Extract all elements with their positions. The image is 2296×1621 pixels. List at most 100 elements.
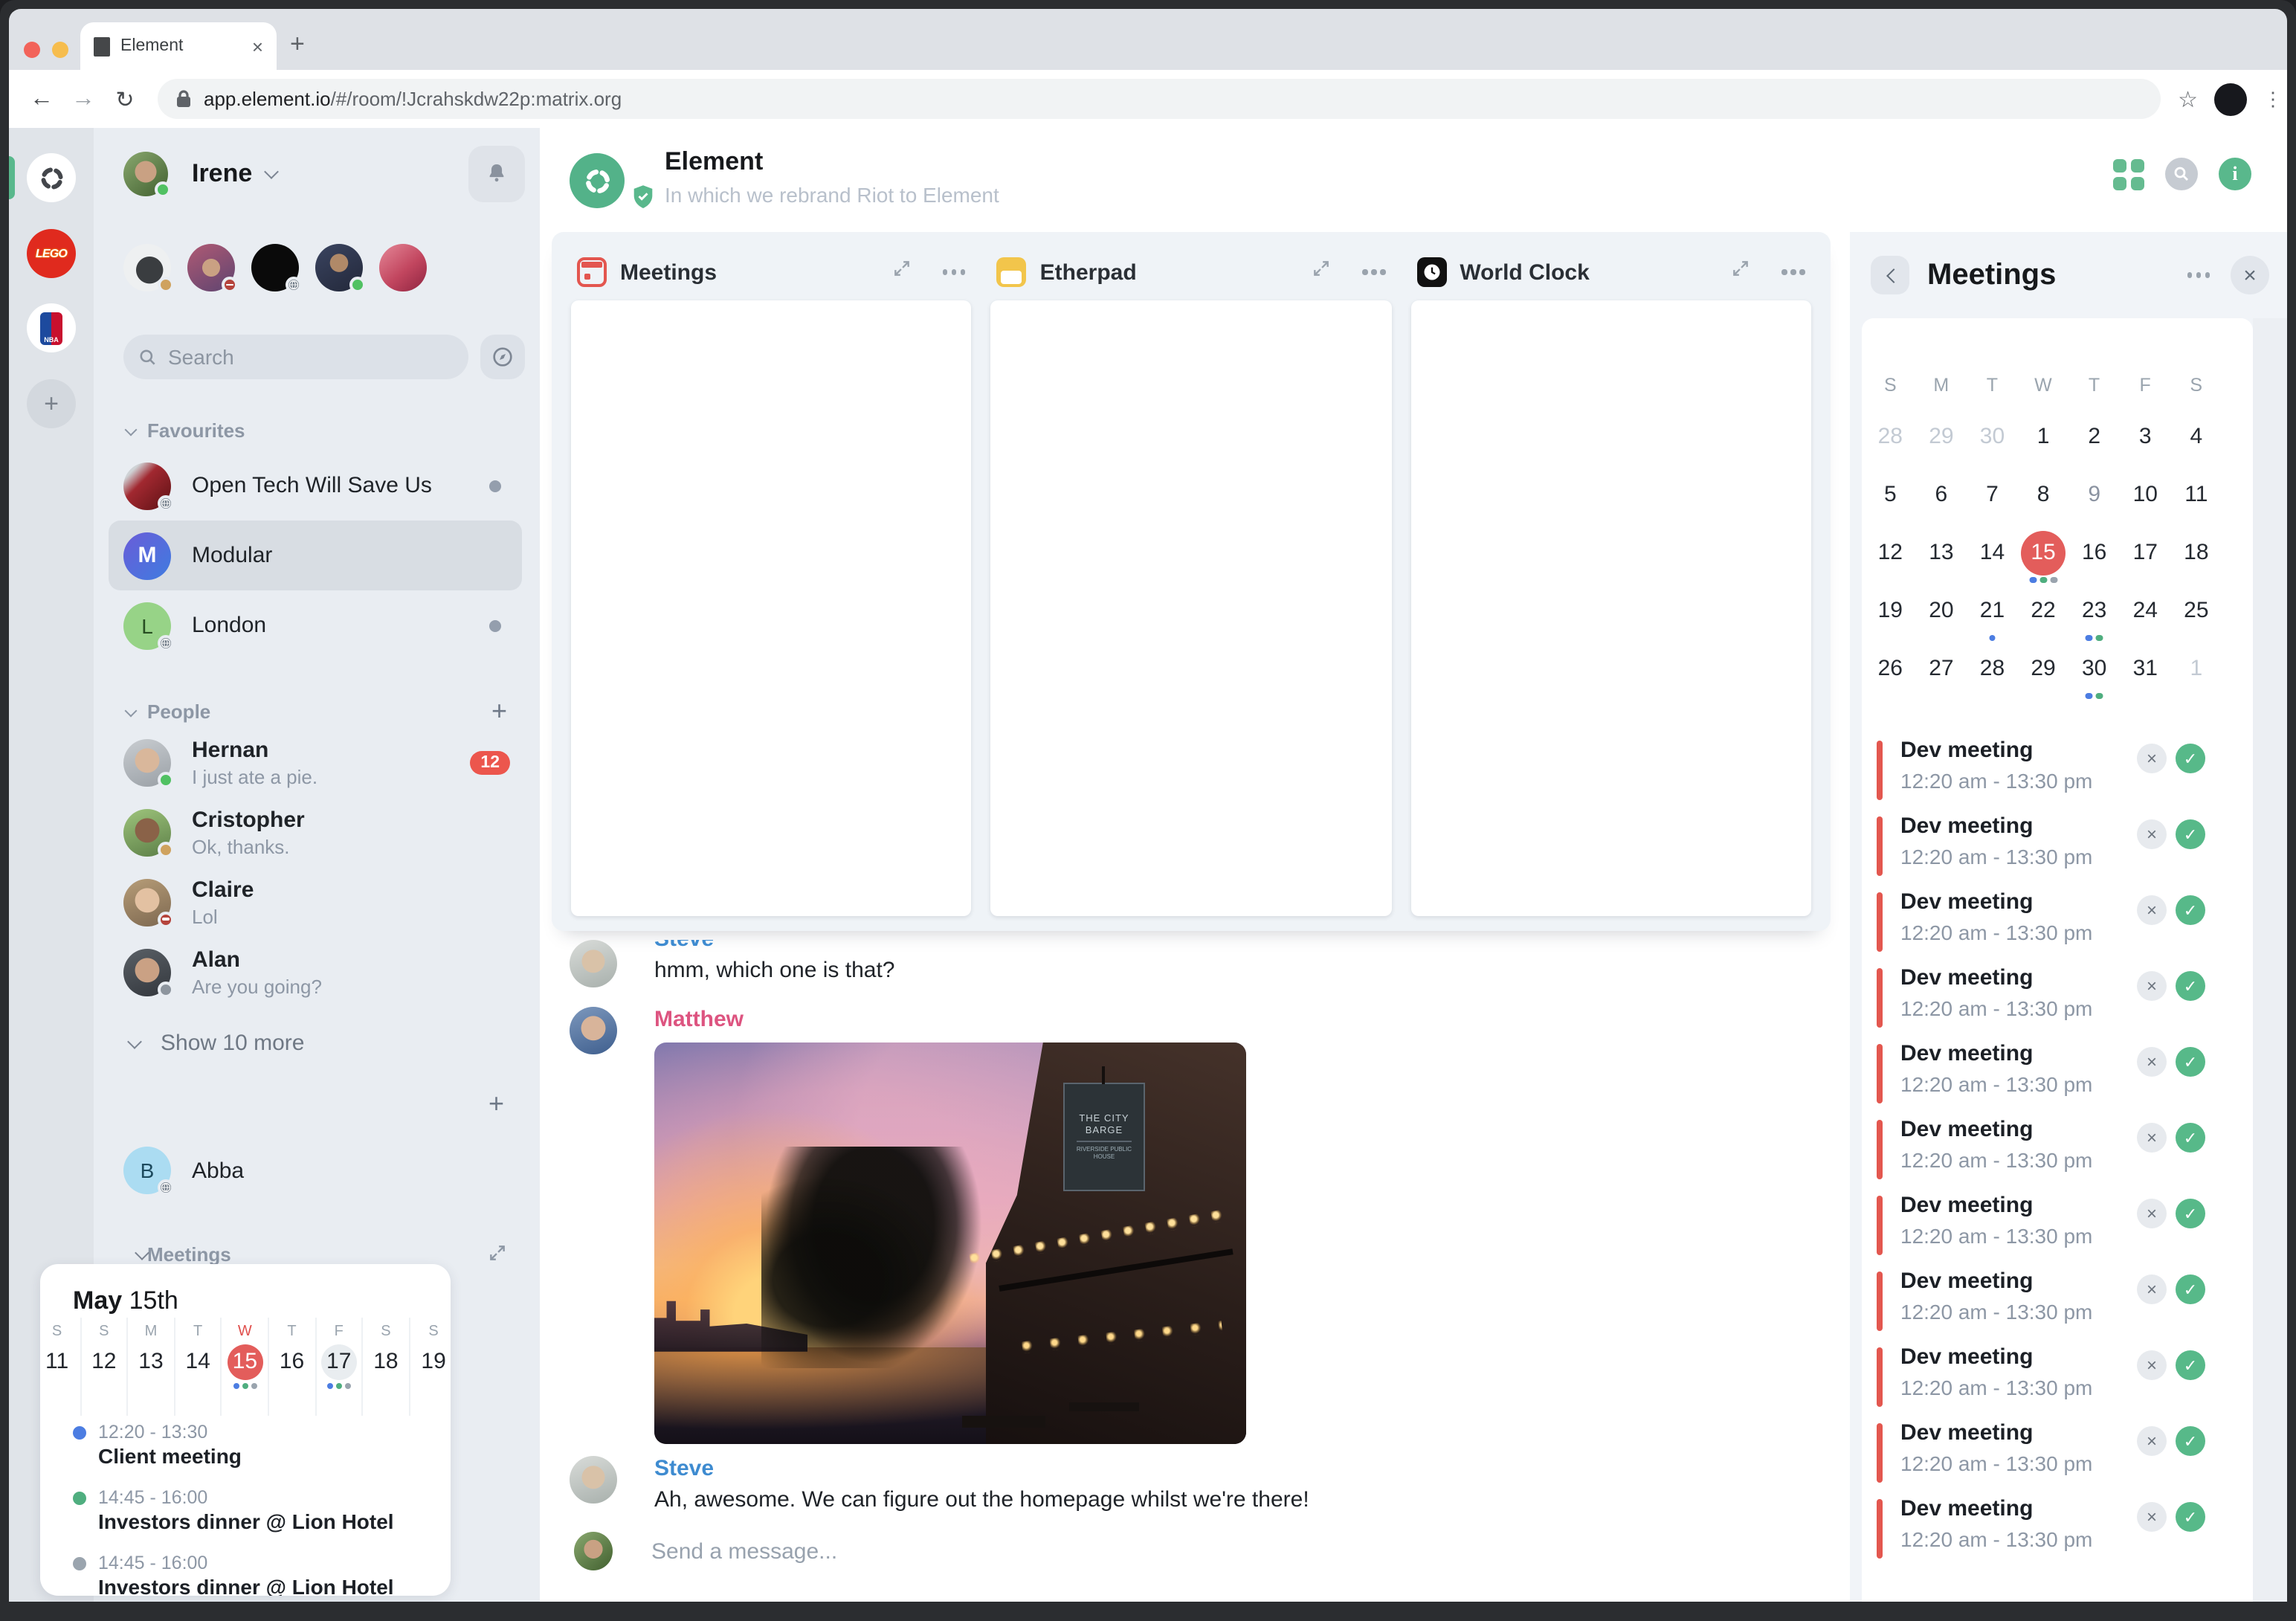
- new-tab-button[interactable]: +: [290, 30, 305, 59]
- dm-avatar[interactable]: [187, 244, 238, 293]
- calendar-day-cell[interactable]: 21: [1967, 581, 2018, 641]
- day-column[interactable]: W 15: [222, 1318, 269, 1416]
- add-person-button[interactable]: +: [491, 696, 507, 727]
- calendar-day-cell[interactable]: 31: [2120, 639, 2171, 697]
- favourites-section-header[interactable]: Favourites: [123, 419, 525, 442]
- calendar-day-cell[interactable]: 29: [1916, 407, 1967, 465]
- add-room-button[interactable]: +: [123, 1089, 504, 1120]
- room-row-abba[interactable]: B Abba: [123, 1141, 525, 1200]
- meeting-item[interactable]: Dev meeting 12:20 am - 13:30 pm × ✓: [1862, 1117, 2253, 1193]
- dismiss-button[interactable]: ×: [2137, 971, 2167, 1001]
- calendar-day-cell[interactable]: 8: [2018, 465, 2069, 523]
- sender-name[interactable]: Matthew: [654, 1007, 744, 1032]
- panel-menu-icon[interactable]: [2187, 272, 2210, 278]
- calendar-day-cell[interactable]: 5: [1865, 465, 1916, 523]
- calendar-day-cell[interactable]: 20: [1916, 581, 1967, 639]
- confirm-button[interactable]: ✓: [2176, 971, 2205, 1001]
- apps-grid-icon[interactable]: [2113, 158, 2144, 190]
- calendar-day-cell[interactable]: 19: [1865, 581, 1916, 639]
- dm-avatar[interactable]: [251, 244, 302, 293]
- dismiss-button[interactable]: ×: [2137, 819, 2167, 849]
- meeting-item[interactable]: Dev meeting 12:20 am - 13:30 pm × ✓: [1862, 738, 2253, 813]
- agenda-item[interactable]: 14:45 - 16:00 Investors dinner @ Lion Hot…: [73, 1487, 436, 1533]
- day-column[interactable]: M 13: [128, 1318, 175, 1416]
- calendar-day-cell[interactable]: 13: [1916, 523, 1967, 581]
- dm-row-alan[interactable]: Alan Are you going?: [123, 937, 525, 1007]
- close-window-button[interactable]: [24, 42, 40, 58]
- calendar-day-cell[interactable]: 9: [2068, 465, 2120, 523]
- search-input[interactable]: Search: [123, 335, 468, 379]
- calendar-day-cell[interactable]: 14: [1967, 523, 2018, 581]
- url-bar[interactable]: app.element.io/#/room/!Jcrahskdw22p:matr…: [158, 79, 2161, 119]
- confirm-button[interactable]: ✓: [2176, 1047, 2205, 1077]
- meeting-item[interactable]: Dev meeting 12:20 am - 13:30 pm × ✓: [1862, 813, 2253, 889]
- meeting-item[interactable]: Dev meeting 12:20 am - 13:30 pm × ✓: [1862, 965, 2253, 1041]
- meeting-item[interactable]: Dev meeting 12:20 am - 13:30 pm × ✓: [1862, 889, 2253, 965]
- panel-scrollbar[interactable]: [2253, 318, 2287, 1602]
- meeting-item[interactable]: Dev meeting 12:20 am - 13:30 pm × ✓: [1862, 1269, 2253, 1344]
- calendar-day-cell[interactable]: 4: [2171, 407, 2222, 465]
- dismiss-button[interactable]: ×: [2137, 895, 2167, 925]
- composer-placeholder[interactable]: Send a message...: [651, 1538, 837, 1564]
- room-row-open-tech[interactable]: Open Tech Will Save Us: [123, 451, 525, 521]
- calendar-day-cell[interactable]: 15: [2018, 523, 2069, 583]
- meeting-item[interactable]: Dev meeting 12:20 am - 13:30 pm × ✓: [1862, 1496, 2253, 1572]
- sender-name[interactable]: Steve: [654, 1456, 714, 1481]
- sender-avatar[interactable]: [570, 1007, 617, 1054]
- calendar-day-cell[interactable]: 12: [1865, 523, 1916, 581]
- room-info-icon[interactable]: i: [2219, 158, 2251, 190]
- calendar-day-cell[interactable]: 26: [1865, 639, 1916, 697]
- calendar-day-cell[interactable]: 17: [2120, 523, 2171, 581]
- calendar-day-cell[interactable]: 28: [1865, 407, 1916, 465]
- dm-row-hernan[interactable]: Hernan I just ate a pie. 12: [123, 727, 525, 797]
- notifications-button[interactable]: [468, 145, 525, 202]
- user-avatar[interactable]: [123, 151, 171, 197]
- minimize-window-button[interactable]: [52, 42, 68, 58]
- dismiss-button[interactable]: ×: [2137, 1199, 2167, 1228]
- calendar-day-cell[interactable]: 27: [1916, 639, 1967, 697]
- agenda-item[interactable]: 12:20 - 13:30 Client meeting: [73, 1422, 436, 1468]
- dm-row-claire[interactable]: Claire Lol: [123, 867, 525, 937]
- explore-rooms-button[interactable]: [480, 335, 525, 379]
- calendar-day-cell[interactable]: 30: [1967, 407, 2018, 465]
- agenda-item[interactable]: 14:45 - 16:00 Investors dinner @ Lion Hot…: [73, 1553, 436, 1596]
- calendar-day-cell[interactable]: 10: [2120, 465, 2171, 523]
- dm-avatar[interactable]: [123, 244, 174, 293]
- back-button[interactable]: [1871, 256, 1909, 294]
- calendar-day-cell[interactable]: 29: [2018, 639, 2069, 697]
- maximize-widget-icon[interactable]: [892, 259, 912, 286]
- sender-avatar[interactable]: [570, 1456, 617, 1504]
- add-space-button[interactable]: +: [27, 379, 76, 428]
- confirm-button[interactable]: ✓: [2176, 1274, 2205, 1304]
- widget-menu-icon[interactable]: [942, 269, 966, 275]
- space-element-home[interactable]: [27, 153, 76, 202]
- meeting-item[interactable]: Dev meeting 12:20 am - 13:30 pm × ✓: [1862, 1193, 2253, 1269]
- calendar-day-cell[interactable]: 18: [2171, 523, 2222, 581]
- close-tab-icon[interactable]: ×: [252, 35, 263, 57]
- calendar-day-cell[interactable]: 11: [2171, 465, 2222, 523]
- day-column[interactable]: T 14: [175, 1318, 222, 1416]
- calendar-day-cell[interactable]: 7: [1967, 465, 2018, 523]
- bookmark-star-icon[interactable]: ☆: [2178, 86, 2198, 112]
- confirm-button[interactable]: ✓: [2176, 895, 2205, 925]
- widget-body[interactable]: [990, 300, 1392, 916]
- room-avatar[interactable]: [570, 153, 625, 208]
- confirm-button[interactable]: ✓: [2176, 819, 2205, 849]
- calendar-day-cell[interactable]: 1: [2018, 407, 2069, 465]
- dismiss-button[interactable]: ×: [2137, 1123, 2167, 1153]
- calendar-day-cell[interactable]: 28: [1967, 639, 2018, 697]
- browser-menu-icon[interactable]: ⋮: [2263, 88, 2283, 108]
- day-column[interactable]: T 16: [269, 1318, 317, 1416]
- widget-body[interactable]: [571, 300, 972, 916]
- space-nba[interactable]: NBA: [27, 303, 76, 352]
- room-row-london[interactable]: L London: [123, 590, 525, 660]
- dismiss-button[interactable]: ×: [2137, 1350, 2167, 1380]
- sender-avatar[interactable]: [570, 940, 617, 987]
- calendar-day-cell[interactable]: 22: [2018, 581, 2069, 639]
- expand-widget-icon[interactable]: [488, 1239, 507, 1270]
- meeting-item[interactable]: Dev meeting 12:20 am - 13:30 pm × ✓: [1862, 1041, 2253, 1117]
- room-search-icon[interactable]: [2165, 158, 2198, 190]
- show-more-button[interactable]: Show 10 more: [123, 1031, 525, 1056]
- widget-menu-icon[interactable]: [1781, 269, 1805, 275]
- calendar-day-cell[interactable]: 3: [2120, 407, 2171, 465]
